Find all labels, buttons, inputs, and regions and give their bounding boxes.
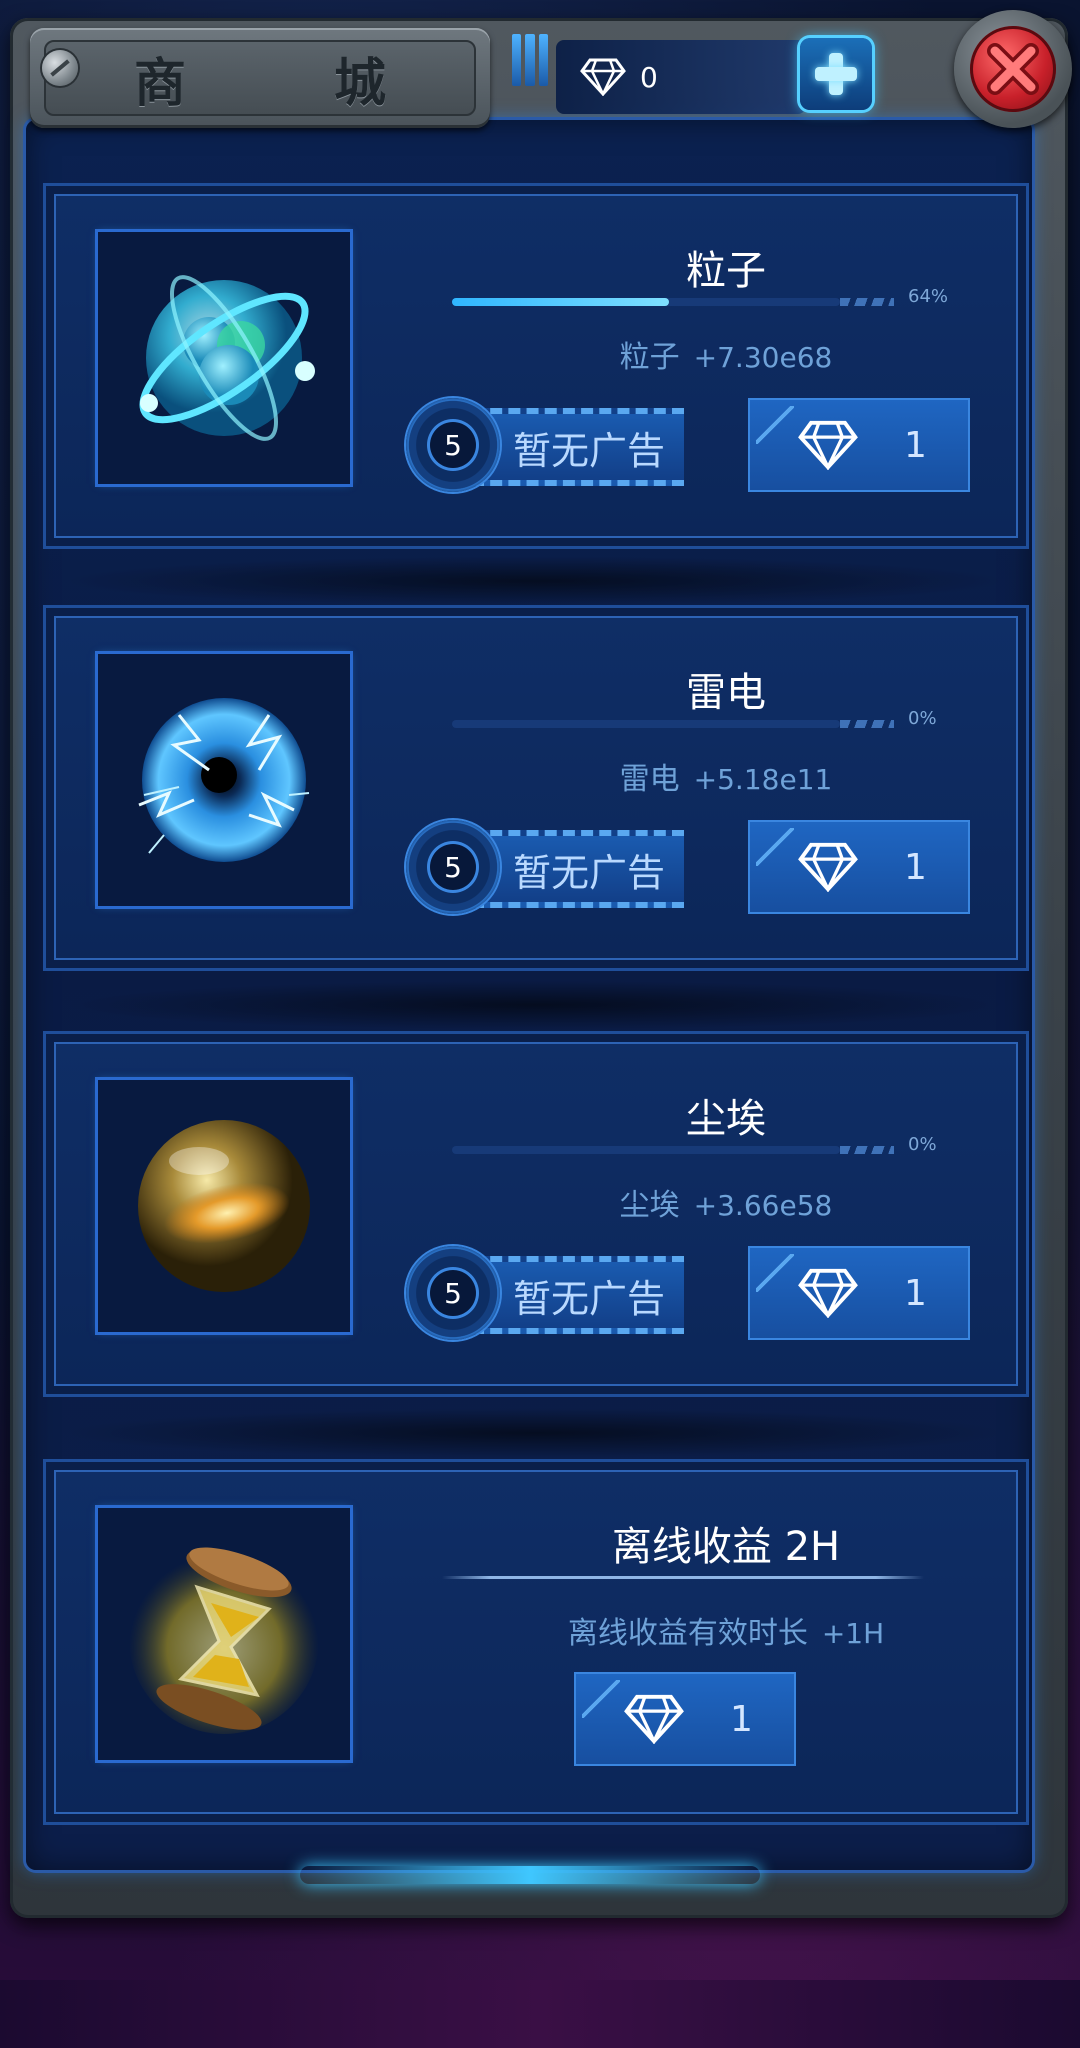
- gain-value: +3.66e58: [693, 1189, 833, 1222]
- dust-orb-icon: [138, 1120, 310, 1292]
- shop-card-dust: 尘埃 0% 尘埃 +3.66e58 5 暂无广告 1: [46, 1034, 1026, 1394]
- ad-label: 暂无广告: [512, 428, 665, 473]
- cost-value: 1: [904, 424, 927, 466]
- diamond-icon: [798, 1268, 858, 1318]
- title-plate-inner: 商 城: [44, 40, 476, 116]
- bottom-glow: [300, 1866, 760, 1884]
- progress-fill: [452, 298, 670, 306]
- hourglass-icon: [129, 1544, 319, 1734]
- item-gain: 尘埃 +3.66e58: [426, 1180, 1026, 1224]
- title-divider: [442, 1576, 924, 1579]
- ad-label: 暂无广告: [512, 850, 665, 895]
- item-icon-box: [98, 232, 350, 484]
- plus-icon: [815, 53, 857, 95]
- progress-label: 64%: [908, 286, 949, 307]
- offline-gain: 离线收益有效时长 +1H: [426, 1608, 1026, 1652]
- offline-title: 离线收益 2H: [611, 1524, 841, 1570]
- buy-offline-button[interactable]: 1: [576, 1674, 794, 1764]
- close-icon-bg: [970, 26, 1056, 112]
- gain-value: +5.18e11: [693, 763, 833, 796]
- ad-label: 暂无广告: [512, 1276, 665, 1321]
- gain-value: +1H: [821, 1617, 885, 1650]
- diamond-icon: [580, 58, 626, 96]
- watch-ad-button[interactable]: 5 暂无广告: [406, 398, 696, 496]
- watch-ad-button[interactable]: 5 暂无广告: [406, 820, 696, 918]
- close-button[interactable]: [954, 10, 1072, 128]
- buy-with-diamond-button[interactable]: 1: [750, 822, 968, 912]
- progress-dashes: [840, 1146, 894, 1154]
- progress-dashes: [840, 298, 894, 306]
- offline-desc: 离线收益有效时长: [567, 1616, 808, 1651]
- cost-value: 1: [904, 846, 927, 888]
- progress-dashes: [840, 720, 894, 728]
- item-progress: [452, 298, 840, 306]
- ad-strip: 暂无广告: [472, 830, 684, 908]
- shop-card-lightning: 雷电 0% 雷电 +5.18e11 5 暂无广告 1: [46, 608, 1026, 968]
- diamond-icon: [798, 420, 858, 470]
- resource-name: 尘埃: [619, 1188, 680, 1223]
- film-reel-icon: 5: [406, 1246, 500, 1340]
- card-separator: [60, 1408, 1010, 1458]
- item-icon-box: [98, 1080, 350, 1332]
- shop-card-offline: 离线收益 2H 离线收益有效时长 +1H 1: [46, 1462, 1026, 1822]
- ad-strip: 暂无广告: [472, 408, 684, 486]
- diamond-icon: [624, 1694, 684, 1744]
- buy-with-diamond-button[interactable]: 1: [750, 400, 968, 490]
- particle-orb-icon: [139, 275, 315, 441]
- close-icon: [987, 43, 1039, 95]
- gem-count: 0: [640, 60, 658, 94]
- add-gems-button[interactable]: [800, 38, 872, 110]
- gain-value: +7.30e68: [693, 341, 833, 374]
- item-progress: [452, 1146, 840, 1154]
- ad-count: 5: [430, 1270, 476, 1316]
- screw-icon: [42, 50, 78, 86]
- item-gain: 雷电 +5.18e11: [426, 754, 1026, 798]
- progress-label: 0%: [908, 708, 937, 729]
- resource-name: 粒子: [619, 340, 680, 375]
- watch-ad-button[interactable]: 5 暂无广告: [406, 1246, 696, 1344]
- item-icon-box: [98, 1508, 350, 1760]
- cost-value: 1: [904, 1272, 927, 1314]
- lightning-orb-icon: [138, 698, 310, 862]
- diamond-icon: [798, 842, 858, 892]
- film-reel-icon: 5: [406, 398, 500, 492]
- ad-count: 5: [430, 844, 476, 890]
- ad-strip: 暂无广告: [472, 1256, 684, 1334]
- film-reel-icon: 5: [406, 820, 500, 914]
- resource-name: 雷电: [619, 762, 680, 797]
- progress-label: 0%: [908, 1134, 937, 1155]
- item-icon-box: [98, 654, 350, 906]
- shop-card-particle: 粒子 64% 粒子 +7.30e68 5 暂无广告 1: [46, 186, 1026, 546]
- title-plate: 商 城: [30, 28, 490, 128]
- ad-count: 5: [430, 422, 476, 468]
- buy-with-diamond-button[interactable]: 1: [750, 1248, 968, 1338]
- card-separator: [60, 980, 1010, 1030]
- vent-decoration: [512, 34, 548, 86]
- page-title: 商 城: [133, 53, 434, 114]
- card-separator: [60, 556, 1010, 606]
- item-gain: 粒子 +7.30e68: [426, 332, 1026, 376]
- bottom-strip: [0, 1980, 1080, 2048]
- gem-balance: 0: [556, 40, 806, 114]
- cost-value: 1: [730, 1698, 753, 1740]
- item-progress: [452, 720, 840, 728]
